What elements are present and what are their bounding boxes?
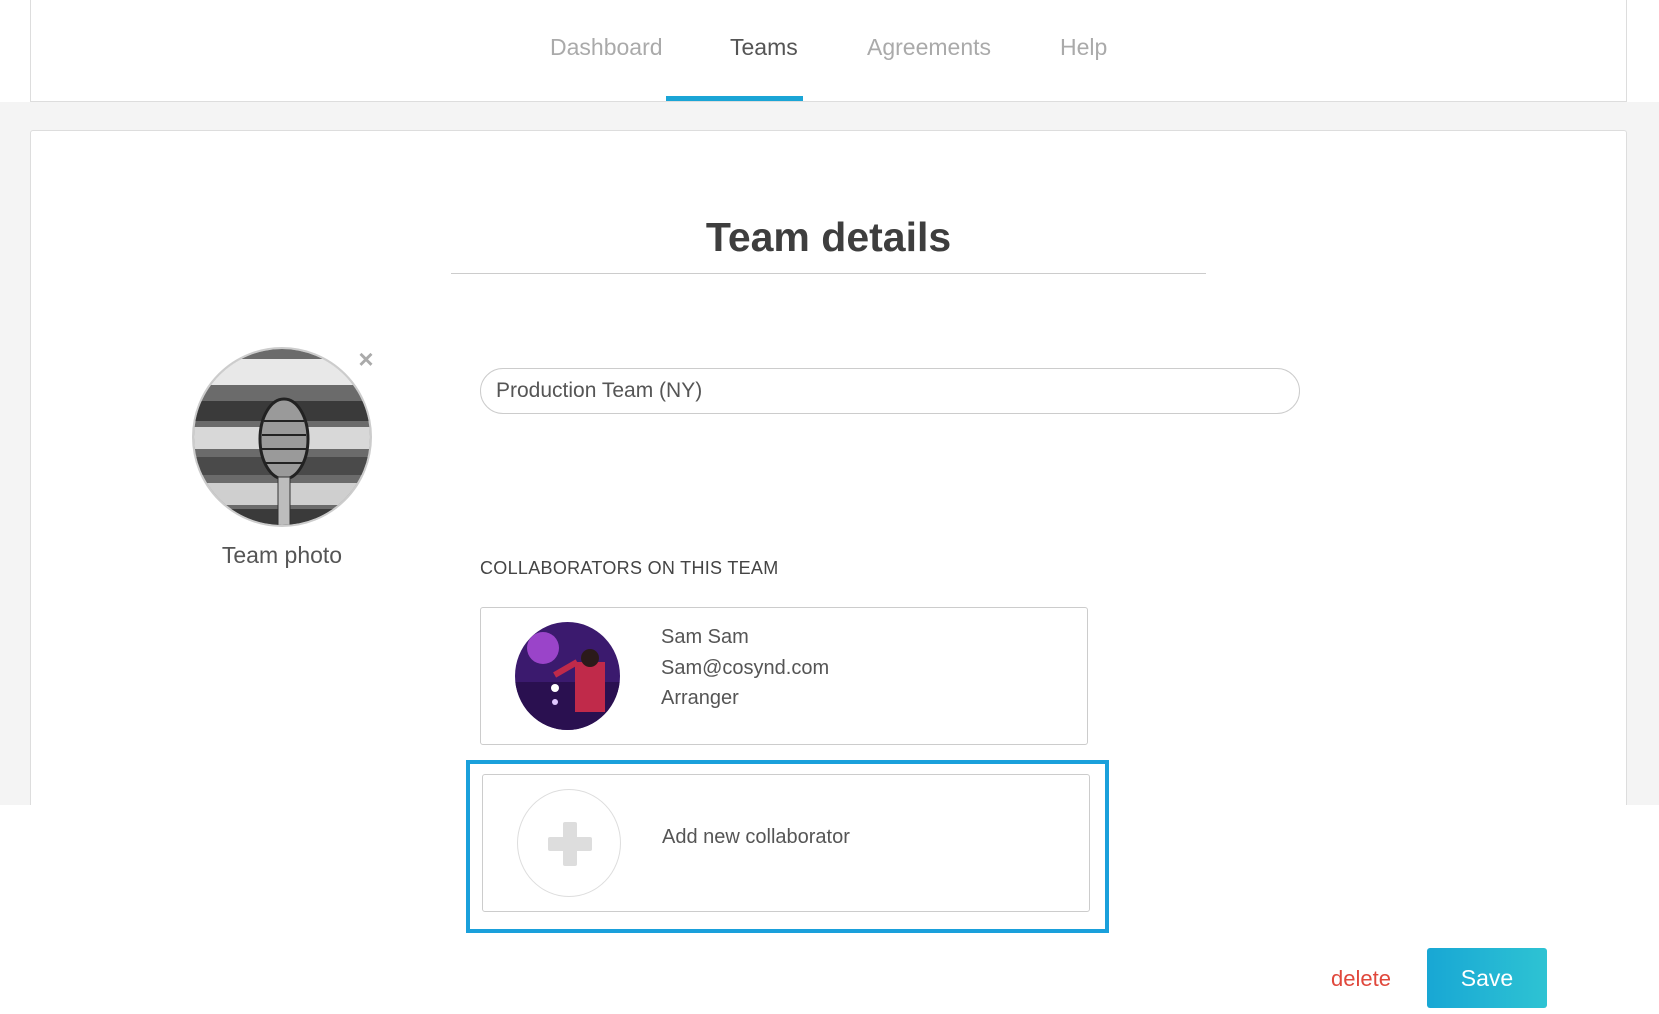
add-collaborator-label: Add new collaborator bbox=[662, 826, 850, 848]
collaborator-email: Sam@cosynd.com bbox=[661, 657, 830, 679]
collaborator-photo-image bbox=[515, 622, 620, 730]
team-photo[interactable] bbox=[192, 347, 372, 527]
tab-dashboard[interactable]: Dashboard bbox=[550, 34, 663, 61]
tab-help[interactable]: Help bbox=[1060, 34, 1107, 61]
top-navigation-bar: Dashboard Teams Agreements Help bbox=[30, 0, 1627, 102]
collaborator-name: Sam Sam bbox=[661, 626, 749, 648]
avatar bbox=[515, 622, 620, 730]
add-collaborator-button[interactable]: Add new collaborator bbox=[482, 774, 1090, 912]
plus-icon bbox=[517, 789, 621, 897]
active-tab-indicator bbox=[666, 96, 803, 101]
collaborator-card[interactable]: Sam Sam Sam@cosynd.com Arranger bbox=[480, 607, 1088, 745]
microphone-photo-image bbox=[194, 349, 370, 525]
team-name-input[interactable] bbox=[480, 368, 1300, 414]
nav-tabs: Dashboard Teams Agreements Help bbox=[31, 0, 1626, 102]
tab-agreements[interactable]: Agreements bbox=[867, 34, 991, 61]
collaborators-heading: COLLABORATORS ON THIS TEAM bbox=[480, 558, 779, 578]
team-photo-label: Team photo bbox=[221, 542, 343, 568]
tab-teams[interactable]: Teams bbox=[730, 34, 798, 61]
page-title: Team details bbox=[705, 214, 952, 260]
title-divider bbox=[451, 273, 1206, 274]
remove-photo-close-icon[interactable]: × bbox=[355, 346, 377, 372]
delete-button[interactable]: delete bbox=[1331, 966, 1391, 992]
collaborator-role: Arranger bbox=[661, 687, 739, 709]
save-button[interactable]: Save bbox=[1427, 948, 1547, 1008]
